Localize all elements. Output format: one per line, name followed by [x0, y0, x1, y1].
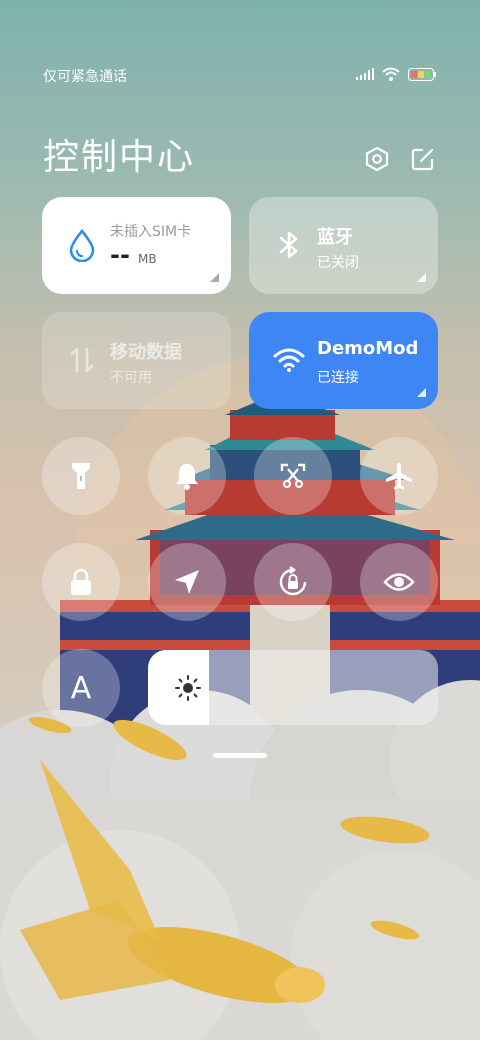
- wifi-icon: [382, 67, 400, 81]
- data-usage-value: --: [110, 241, 130, 269]
- auto-brightness-toggle[interactable]: A: [42, 649, 120, 727]
- sim-status-label: 未插入SIM卡: [110, 224, 192, 240]
- location-toggle[interactable]: [148, 543, 226, 621]
- flashlight-icon: [72, 463, 90, 489]
- location-icon: [175, 570, 199, 594]
- rotation-lock-icon: [279, 566, 307, 596]
- signal-icon: [356, 68, 374, 80]
- bell-icon: [176, 464, 198, 490]
- edit-icon: [411, 148, 434, 171]
- auto-brightness-label: A: [70, 670, 92, 706]
- data-usage-unit: MB: [138, 252, 157, 266]
- edit-button[interactable]: [408, 144, 438, 174]
- page-title: 控制中心: [43, 137, 196, 178]
- wifi-network-name: DemoMod: [317, 338, 419, 359]
- lock-screen-toggle[interactable]: [42, 543, 120, 621]
- mobile-data-tile[interactable]: 移动数据 不可用: [42, 312, 231, 409]
- lock-icon: [71, 568, 91, 595]
- bluetooth-tile[interactable]: 蓝牙 已关闭: [249, 197, 438, 294]
- airplane-mode-toggle[interactable]: [360, 437, 438, 515]
- ringer-toggle[interactable]: [148, 437, 226, 515]
- brightness-slider[interactable]: [148, 650, 438, 725]
- home-indicator[interactable]: [213, 753, 267, 758]
- water-drop-icon: [64, 227, 100, 263]
- bluetooth-label: 蓝牙: [317, 227, 353, 248]
- expand-corner-icon: [417, 388, 426, 397]
- settings-hexagon-icon: [365, 146, 389, 172]
- status-carrier-text: 仅可紧急通话: [43, 69, 127, 85]
- flashlight-toggle[interactable]: [42, 437, 120, 515]
- mobile-data-label: 移动数据: [110, 342, 182, 363]
- bluetooth-icon: [271, 227, 307, 263]
- screenshot-icon: [280, 463, 306, 489]
- battery-icon: [408, 67, 436, 81]
- data-usage-tile[interactable]: 未插入SIM卡 -- MB: [42, 197, 231, 294]
- reading-mode-toggle[interactable]: [360, 543, 438, 621]
- screenshot-toggle[interactable]: [254, 437, 332, 515]
- wifi-status: 已连接: [317, 370, 359, 386]
- expand-corner-icon: [417, 273, 426, 282]
- bluetooth-status: 已关闭: [317, 255, 359, 271]
- airplane-icon: [386, 463, 412, 490]
- rotation-lock-toggle[interactable]: [254, 543, 332, 621]
- settings-button[interactable]: [362, 144, 392, 174]
- expand-corner-icon: [210, 273, 219, 282]
- wifi-icon: [271, 342, 307, 378]
- mobile-data-status: 不可用: [110, 370, 152, 386]
- wifi-tile[interactable]: DemoMod 已连接: [249, 312, 438, 409]
- data-arrows-icon: [64, 342, 100, 378]
- sun-icon: [175, 675, 201, 701]
- status-icons: [356, 67, 436, 81]
- eye-icon: [383, 573, 415, 591]
